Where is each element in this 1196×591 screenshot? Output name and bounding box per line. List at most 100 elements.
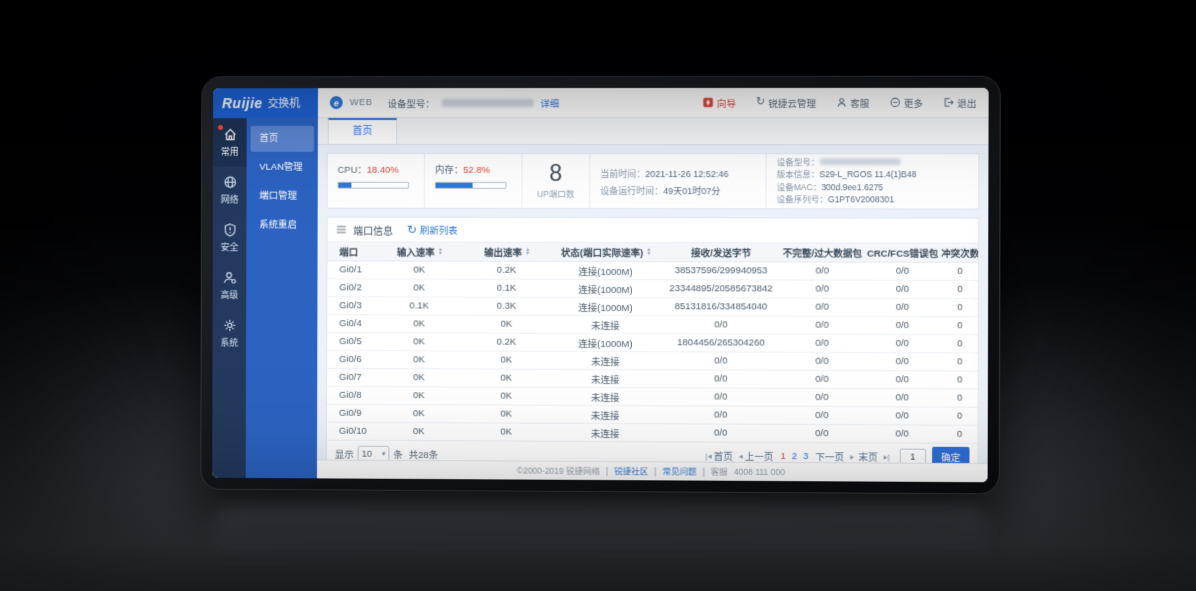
page-number[interactable]: 2: [789, 451, 800, 462]
cell-crc-errors: 0/0: [863, 356, 942, 367]
memory-section: 内存：52.8%: [425, 154, 523, 208]
cloud-management-button[interactable]: ↻ 锐捷云管理: [756, 95, 816, 109]
uptime-value: 49天01时07分: [663, 186, 720, 196]
device-model-label: 设备型号：: [387, 96, 434, 110]
wizard-button[interactable]: 向导: [703, 95, 736, 109]
cell-rx-tx-bytes: 1804456/265304260: [661, 337, 782, 348]
prev-page-icon[interactable]: ◂: [739, 451, 743, 460]
cell-output-rate: 0K: [463, 390, 550, 401]
detail-link[interactable]: 详细: [540, 96, 559, 110]
col-input-rate[interactable]: 输入速率 ▴▾: [376, 245, 463, 259]
cell-status: 连接(1000M): [550, 335, 660, 349]
sort-icon[interactable]: ▴▾: [647, 248, 650, 257]
cell-crc-errors: 0/0: [863, 392, 942, 403]
cpu-value: 18.40%: [367, 165, 399, 176]
community-link[interactable]: 锐捷社区: [614, 465, 648, 477]
sidebar-item-advanced[interactable]: 高级: [213, 262, 247, 310]
cell-rx-tx-bytes: 0/0: [660, 391, 781, 403]
tab-home[interactable]: 首页: [328, 118, 397, 144]
serial-value: G1PT6V2008301: [828, 194, 894, 204]
sidebar-rail: 常用 网络 安全 高级: [212, 118, 247, 478]
cell-port: Gi0/2: [327, 282, 375, 293]
cell-input-rate: 0.1K: [376, 300, 463, 311]
first-page-button[interactable]: 首页: [714, 449, 733, 463]
page-numbers: 123: [777, 450, 811, 461]
cell-rx-tx-bytes: 0/0: [660, 427, 781, 439]
main-area: 首页 CPU：18.40%: [317, 118, 989, 482]
last-page-button[interactable]: 末页: [858, 449, 877, 463]
cell-input-rate: 0K: [376, 282, 463, 293]
eweb-label: WEB: [350, 97, 373, 108]
sidebar-item-network[interactable]: 网络: [213, 167, 247, 215]
cell-fragments: 0/0: [781, 356, 863, 367]
sidebar-submenu: 首页 VLAN管理 端口管理 系统重启: [246, 118, 318, 478]
last-page-icon[interactable]: ▸|: [884, 452, 890, 461]
current-time-value: 2021-11-26 12:52:46: [645, 169, 728, 179]
next-page-icon[interactable]: ▸: [850, 452, 854, 461]
page-content: CPU：18.40% 内存：52.8% 8: [317, 145, 988, 463]
cell-output-rate: 0K: [463, 319, 550, 330]
cell-port: Gi0/3: [327, 300, 375, 311]
col-output-rate[interactable]: 输出速率 ▴▾: [463, 245, 550, 259]
cell-rx-tx-bytes: 0/0: [661, 319, 782, 330]
table-row: Gi0/5 0K 0.2K 连接(1000M) 1804456/26530426…: [327, 333, 978, 353]
table-body: Gi0/1 0K 0.2K 连接(1000M) 38537596/2999409…: [327, 261, 978, 444]
model-value-redacted: [819, 158, 900, 165]
person-icon: [836, 97, 847, 108]
cell-input-rate: 0K: [375, 426, 462, 437]
photo-background: Ruijie 交换机 e WEB 设备型号： 详细 向导 ↻: [0, 0, 1196, 591]
section-header: 端口信息 ↻ 刷新列表: [327, 218, 978, 244]
model-label: 设备型号：: [777, 157, 820, 167]
customer-service-button[interactable]: 客服: [836, 95, 869, 109]
version-label: 版本信息：: [777, 169, 820, 179]
sidebar-item-reboot[interactable]: 系统重启: [250, 212, 313, 238]
eweb-screen: Ruijie 交换机 e WEB 设备型号： 详细 向导 ↻: [212, 88, 988, 482]
cell-crc-errors: 0/0: [863, 374, 942, 385]
first-page-icon[interactable]: |◂: [705, 451, 711, 460]
cell-crc-errors: 0/0: [863, 302, 942, 313]
page-number[interactable]: 3: [800, 451, 811, 462]
sidebar-item-home[interactable]: 首页: [251, 126, 314, 152]
version-value: S29-L_RGOS 11.4(1)B48: [819, 169, 916, 179]
cell-crc-errors: 0/0: [863, 320, 942, 331]
sidebar-item-common[interactable]: 常用: [213, 119, 247, 167]
cell-fragments: 0/0: [781, 320, 863, 331]
section-title: 端口信息: [353, 222, 393, 237]
sidebar-item-vlan[interactable]: VLAN管理: [250, 155, 313, 181]
sort-icon[interactable]: ▴▾: [439, 247, 442, 256]
table-row: Gi0/1 0K 0.2K 连接(1000M) 38537596/2999409…: [327, 261, 978, 281]
up-ports-section: 8 UP端口数: [522, 154, 590, 208]
cell-status: 连接(1000M): [550, 263, 660, 277]
device-info-section: 设备型号： 版本信息：S29-L_RGOS 11.4(1)B48 设备MAC：3…: [767, 154, 979, 208]
refresh-list-button[interactable]: ↻ 刷新列表: [407, 223, 458, 237]
cell-input-rate: 0K: [375, 390, 462, 401]
page-footer: ©2000-2019 锐捷网络 | 锐捷社区 | 常见问题 | 客服 4008 …: [317, 459, 988, 482]
cell-fragments: 0/0: [781, 428, 863, 439]
cell-status: 未连接: [550, 317, 660, 331]
col-collisions: 冲突次数: [942, 246, 978, 260]
cell-input-rate: 0K: [375, 408, 462, 419]
service-phone: 4008 111 000: [734, 467, 785, 477]
eweb-logo-icon: e: [330, 96, 343, 109]
table-row: Gi0/3 0.1K 0.3K 连接(1000M) 85131816/33485…: [327, 297, 978, 317]
logout-button[interactable]: 退出: [943, 95, 976, 109]
mac-value: 300d.9ee1.6275: [821, 182, 883, 192]
sidebar-item-port[interactable]: 端口管理: [250, 184, 313, 210]
page-number[interactable]: 1: [777, 450, 788, 461]
cell-status: 未连接: [550, 407, 660, 422]
copyright-text: ©2000-2019 锐捷网络: [517, 465, 600, 477]
sidebar-item-security[interactable]: 安全: [213, 214, 247, 262]
more-button[interactable]: 更多: [890, 95, 923, 109]
app-header: Ruijie 交换机 e WEB 设备型号： 详细 向导 ↻: [213, 88, 989, 118]
uptime-label: 设备运行时间：: [600, 186, 663, 196]
cell-port: Gi0/4: [327, 318, 375, 329]
sidebar-item-system[interactable]: 系统: [212, 310, 246, 358]
cell-collisions: 0: [942, 320, 978, 331]
faq-link[interactable]: 常见问题: [662, 465, 696, 477]
cell-collisions: 0: [942, 356, 978, 367]
col-status[interactable]: 状态(端口实际速率) ▴▾: [550, 245, 660, 259]
table-header-row: 端口 输入速率 ▴▾ 输出速率 ▴▾: [327, 242, 978, 262]
sort-icon[interactable]: ▴▾: [526, 247, 529, 256]
next-page-button[interactable]: 下一页: [815, 449, 844, 463]
cell-rx-tx-bytes: 85131816/334854040: [661, 301, 782, 312]
